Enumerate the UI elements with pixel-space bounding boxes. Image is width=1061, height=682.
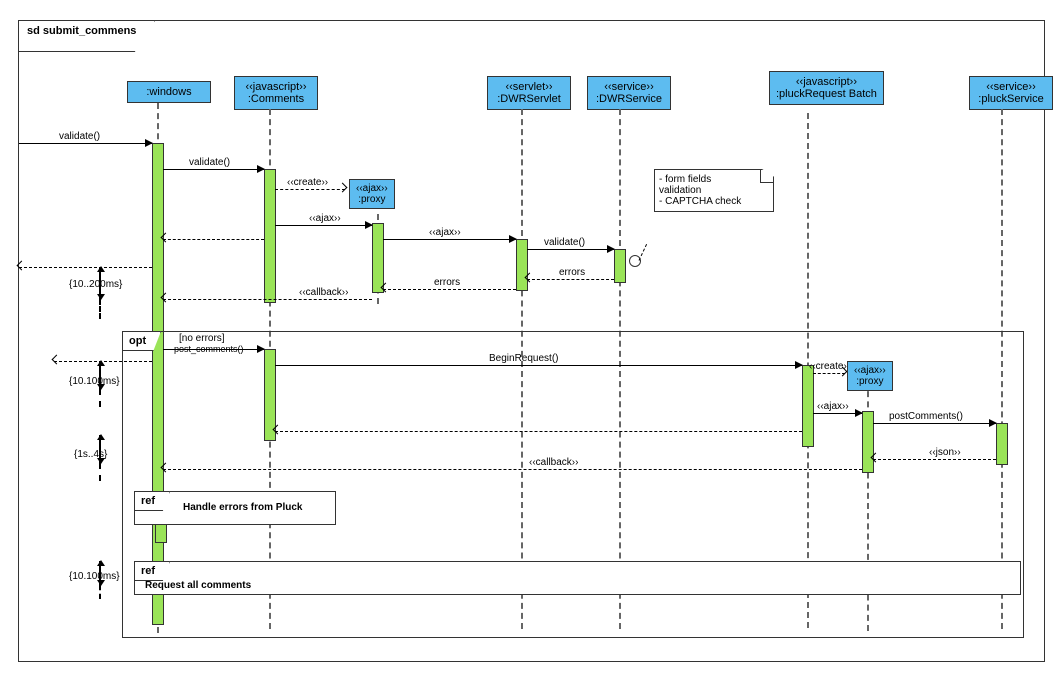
msg-callback2 — [163, 469, 862, 470]
proxy2: ‹‹ajax››:proxy — [847, 361, 893, 391]
msg-begin — [275, 365, 802, 366]
act-dwrservice — [614, 249, 626, 283]
msg-ajax2 — [383, 239, 516, 240]
lifeline-pluckservice: ‹‹service››:pluckService — [969, 76, 1053, 110]
msg-validate1 — [19, 143, 152, 144]
msg-postcomm — [873, 423, 996, 424]
msg-callback1 — [163, 299, 372, 300]
sequence-diagram: sd submit_commens :windows ‹‹javascript›… — [0, 0, 1061, 682]
note-validation: - form fields validation - CAPTCHA check — [654, 169, 774, 212]
time2-dash — [99, 389, 101, 407]
diagram-frame: sd submit_commens :windows ‹‹javascript›… — [18, 20, 1045, 662]
time4-dash — [99, 585, 101, 599]
frame-title: sd submit_commens — [18, 20, 155, 52]
act-proxy1 — [372, 223, 384, 293]
msg-create2 — [813, 373, 845, 374]
note-connector — [639, 244, 648, 261]
msg-ret-out — [19, 267, 152, 268]
lifeline-pluckreq: ‹‹javascript››:pluckRequest Batch — [769, 71, 884, 105]
act-dwrservlet — [516, 239, 528, 291]
msg-ret-begin — [275, 431, 802, 432]
msg-ajax1 — [275, 225, 372, 226]
msg-ret1 — [163, 239, 264, 240]
time3-dash — [99, 463, 101, 481]
ref2: ref Request all comments — [134, 561, 1021, 595]
time1-dash — [99, 299, 101, 319]
lifeline-dwrservlet: ‹‹servlet››:DWRServlet — [487, 76, 571, 110]
msg-json — [873, 459, 996, 460]
opt-label: opt — [122, 331, 161, 351]
msg-errors2 — [383, 289, 516, 290]
proxy1: ‹‹ajax››:proxy — [349, 179, 395, 209]
lifeline-dwrservice: ‹‹service››:DWRService — [587, 76, 671, 110]
msg-errors1 — [527, 279, 614, 280]
msg-validate3 — [527, 249, 614, 250]
ref1: ref Handle errors from Pluck — [134, 491, 336, 525]
msg-ajax3 — [813, 413, 862, 414]
lifeline-comments: ‹‹javascript››:Comments — [234, 76, 318, 110]
lifeline-windows: :windows — [127, 81, 211, 103]
msg-create1 — [275, 189, 345, 190]
msg-validate2 — [163, 169, 264, 170]
